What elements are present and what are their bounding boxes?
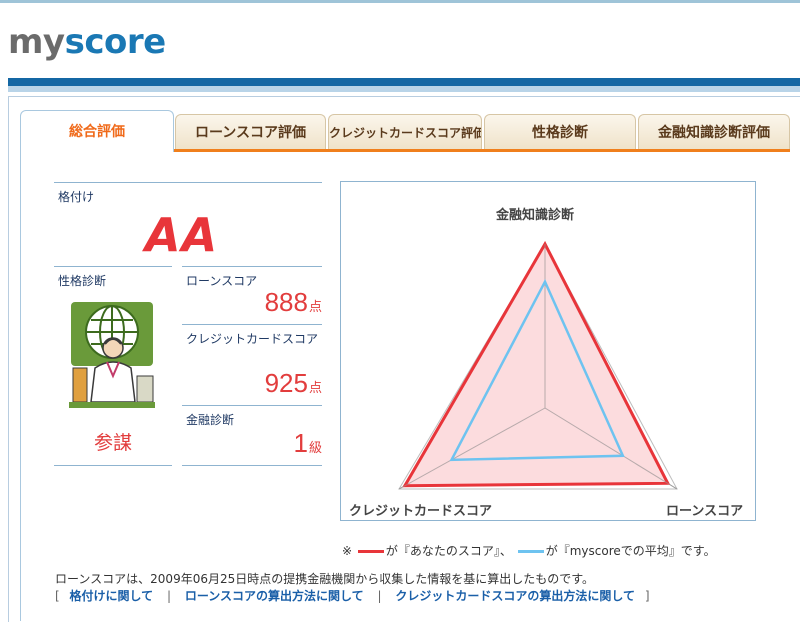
personality-avatar bbox=[67, 298, 157, 410]
finance-diagnosis-number: 1 bbox=[293, 428, 308, 458]
bracket-close: ] bbox=[644, 589, 650, 603]
divider bbox=[182, 266, 322, 267]
radar-legend: ※ が『あなたのスコア』、 が『myscoreでの平均』です。 bbox=[342, 542, 716, 559]
link-credit-score-method[interactable]: クレジットカードスコアの算出方法に関して bbox=[395, 589, 635, 603]
tab-credit-card-score[interactable]: クレジットカードスコア評価 bbox=[328, 114, 482, 150]
legend-average: が『myscoreでの平均』です。 bbox=[545, 544, 716, 558]
tab-bar: 総合評価 ローンスコア評価 クレジットカードスコア評価 性格診断 金融知識診断評… bbox=[20, 110, 800, 152]
legend-swatch-average bbox=[517, 550, 544, 553]
loan-score-number: 888 bbox=[264, 287, 308, 317]
rating-value: AA bbox=[145, 208, 219, 262]
finance-diagnosis-unit: 級 bbox=[308, 440, 322, 455]
logo-score: score bbox=[64, 22, 167, 62]
bracket-open: [ bbox=[55, 589, 60, 603]
personality-value: 参謀 bbox=[93, 432, 132, 454]
credit-score-label: クレジットカードスコア bbox=[186, 332, 319, 346]
legend-prefix: ※ bbox=[342, 544, 353, 558]
tab-underline bbox=[174, 149, 790, 152]
credit-score-value: 925点 bbox=[265, 368, 322, 399]
loan-score-value: 888点 bbox=[265, 287, 322, 318]
advisor-illustration bbox=[67, 298, 157, 410]
divider bbox=[182, 324, 322, 325]
header-band-light bbox=[8, 86, 800, 92]
link-rating-info[interactable]: 格付けに関して bbox=[70, 589, 154, 603]
credit-score: 925点 bbox=[182, 368, 322, 402]
credit-score-unit: 点 bbox=[308, 380, 322, 395]
tab-content-border bbox=[20, 150, 21, 621]
credit-score-number: 925 bbox=[264, 368, 308, 398]
loan-score-unit: 点 bbox=[308, 299, 322, 314]
radar-chart: 金融知識診断 ローンスコア クレジットカードスコア bbox=[340, 181, 756, 521]
tab-personality[interactable]: 性格診断 bbox=[484, 114, 636, 150]
finance-diagnosis-label: 金融診断 bbox=[186, 413, 235, 427]
myscore-logo[interactable]: myscore bbox=[8, 22, 166, 62]
legend-swatch-yours bbox=[357, 550, 384, 553]
top-rule bbox=[0, 0, 800, 3]
divider bbox=[54, 182, 322, 183]
radar-label-loan: ローンスコア bbox=[666, 504, 744, 519]
legend-yours: が『あなたのスコア』、 bbox=[385, 544, 512, 558]
loan-score: 888点 bbox=[182, 287, 322, 321]
divider bbox=[54, 266, 172, 267]
loan-score-note: ローンスコアは、2009年06月25日時点の提携金融機関から収集した情報を基に算… bbox=[55, 572, 595, 586]
personality-label: 性格診断 bbox=[58, 274, 107, 288]
logo-my: my bbox=[8, 22, 65, 62]
tab-finance-knowledge[interactable]: 金融知識診断評価 bbox=[638, 114, 790, 150]
finance-diagnosis: 1級 bbox=[182, 428, 322, 462]
radar-series-yours bbox=[402, 240, 671, 488]
radar-label-credit: クレジットカードスコア bbox=[349, 504, 493, 519]
tab-loan-score[interactable]: ローンスコア評価 bbox=[175, 114, 326, 150]
footer-links: [ 格付けに関して | ローンスコアの算出方法に関して | クレジットカードスコ… bbox=[55, 587, 650, 604]
link-separator: | bbox=[167, 589, 172, 603]
header-band bbox=[8, 78, 800, 86]
radar-label-finance: 金融知識診断 bbox=[496, 208, 575, 223]
divider bbox=[54, 465, 172, 466]
link-separator: | bbox=[377, 589, 382, 603]
finance-diagnosis-value: 1級 bbox=[294, 428, 322, 459]
link-loan-score-method[interactable]: ローンスコアの算出方法に関して bbox=[185, 589, 364, 603]
divider bbox=[182, 405, 322, 406]
rating-label: 格付け bbox=[58, 190, 95, 204]
radar-svg bbox=[398, 240, 678, 490]
tab-overall[interactable]: 総合評価 bbox=[20, 110, 174, 152]
divider bbox=[182, 465, 322, 466]
